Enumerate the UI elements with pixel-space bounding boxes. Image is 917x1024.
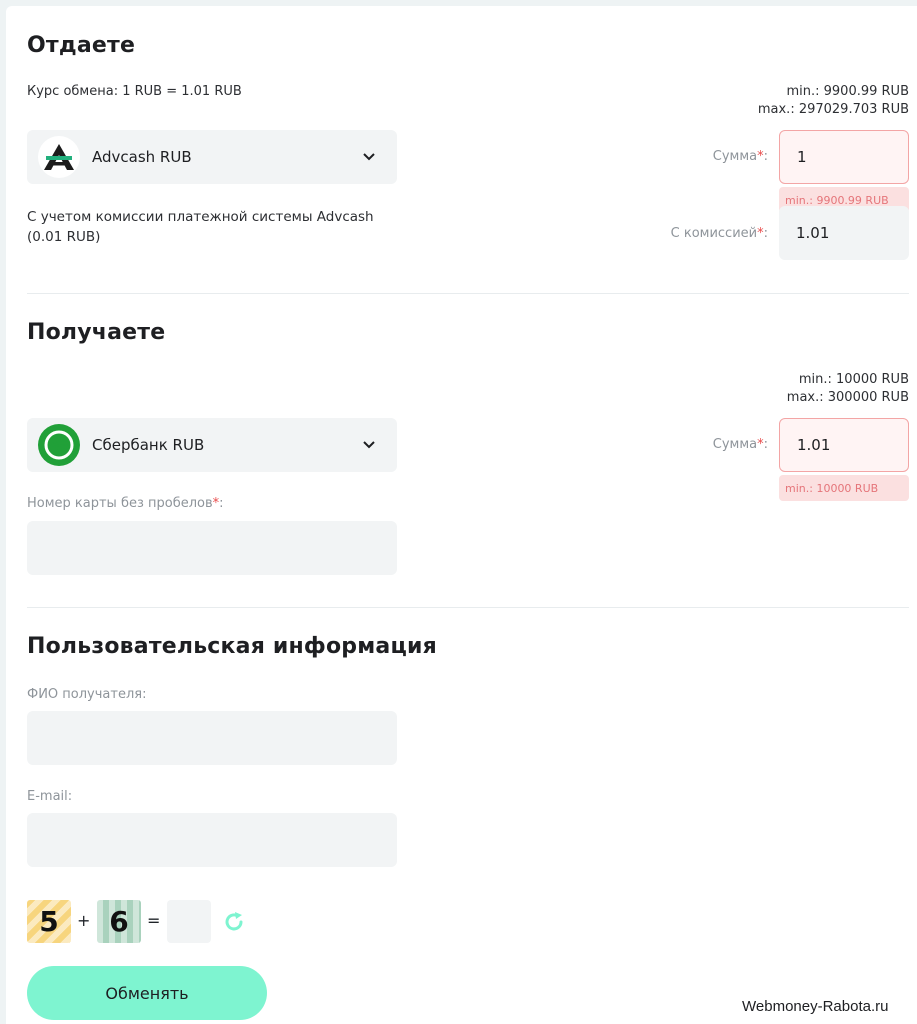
card-number-label: Номер карты без пробелов*: — [27, 496, 224, 511]
receive-currency-name: Сбербанк RUB — [92, 436, 205, 454]
fio-input[interactable] — [27, 711, 397, 765]
receive-sum-label: Сумма*: — [712, 437, 768, 452]
give-currency-select[interactable]: Advcash RUB — [27, 130, 397, 184]
receive-sum-input[interactable]: 1.01 — [779, 418, 909, 472]
exchange-rate: Курс обмена: 1 RUB = 1.01 RUB — [27, 84, 242, 99]
captcha-plus: + — [77, 911, 91, 930]
user-info-title: Пользовательская информация — [27, 634, 437, 659]
captcha-digit-b: 6 — [97, 900, 141, 943]
email-label: E-mail: — [27, 789, 73, 804]
receive-min: min.: 10000 RUB — [798, 372, 909, 387]
watermark: Webmoney-Rabota.ru — [742, 998, 889, 1015]
card-number-input[interactable] — [27, 521, 397, 575]
commission-value: 1.01 — [779, 206, 909, 260]
fio-label: ФИО получателя: — [27, 687, 147, 702]
give-title: Отдаете — [27, 33, 136, 58]
email-input[interactable] — [27, 813, 397, 867]
captcha-equals: = — [147, 911, 161, 930]
receive-max: max.: 300000 RUB — [786, 390, 909, 405]
chevron-down-icon[interactable] — [361, 149, 377, 165]
chevron-down-icon[interactable] — [361, 437, 377, 453]
give-min: min.: 9900.99 RUB — [786, 84, 909, 99]
give-sum-input[interactable]: 1 — [779, 130, 909, 184]
section-divider — [27, 293, 909, 294]
receive-sum-error: min.: 10000 RUB — [779, 475, 909, 501]
refresh-icon[interactable] — [222, 910, 246, 934]
receive-currency-select[interactable]: Сбербанк RUB — [27, 418, 397, 472]
commission-label: С комиссией*: — [670, 226, 768, 241]
exchange-button[interactable]: Обменять — [27, 966, 267, 1020]
commission-note: С учетом комиссии платежной системы Advc… — [27, 209, 374, 245]
advcash-logo-icon — [38, 136, 80, 178]
receive-title: Получаете — [27, 320, 166, 345]
section-divider — [27, 607, 909, 608]
give-currency-name: Advcash RUB — [92, 148, 192, 166]
give-sum-label: Сумма*: — [712, 149, 768, 164]
captcha-digit-a: 5 — [27, 900, 71, 943]
sberbank-logo-icon — [38, 424, 80, 466]
give-max: max.: 297029.703 RUB — [757, 102, 909, 117]
captcha-answer-input[interactable] — [167, 900, 211, 943]
